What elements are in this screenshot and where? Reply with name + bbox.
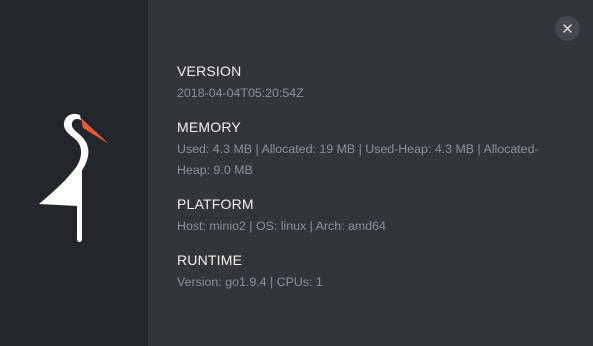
close-icon xyxy=(563,24,572,33)
memory-section: MEMORY Used: 4.3 MB | Allocated: 19 MB |… xyxy=(177,118,563,181)
version-value: 2018-04-04T05:20:54Z xyxy=(177,86,304,100)
brand-panel xyxy=(0,0,148,346)
platform-value: Host: minio2 | OS: linux | Arch: amd64 xyxy=(177,219,386,233)
close-button[interactable] xyxy=(555,16,580,41)
runtime-value: Version: go1.9.4 | CPUs: 1 xyxy=(177,275,323,289)
platform-section: PLATFORM Host: minio2 | OS: linux | Arch… xyxy=(177,195,563,237)
platform-title: PLATFORM xyxy=(177,196,254,212)
runtime-title: RUNTIME xyxy=(177,252,243,268)
info-panel: VERSION 2018-04-04T05:20:54Z MEMORY Used… xyxy=(148,0,593,346)
version-title: VERSION xyxy=(177,63,242,79)
server-info: VERSION 2018-04-04T05:20:54Z MEMORY Used… xyxy=(177,62,563,307)
runtime-section: RUNTIME Version: go1.9.4 | CPUs: 1 xyxy=(177,251,563,293)
minio-heron-logo xyxy=(39,113,109,242)
memory-value: Used: 4.3 MB | Allocated: 19 MB | Used-H… xyxy=(177,142,539,177)
about-dialog: VERSION 2018-04-04T05:20:54Z MEMORY Used… xyxy=(0,0,593,346)
memory-title: MEMORY xyxy=(177,119,241,135)
version-section: VERSION 2018-04-04T05:20:54Z xyxy=(177,62,563,104)
